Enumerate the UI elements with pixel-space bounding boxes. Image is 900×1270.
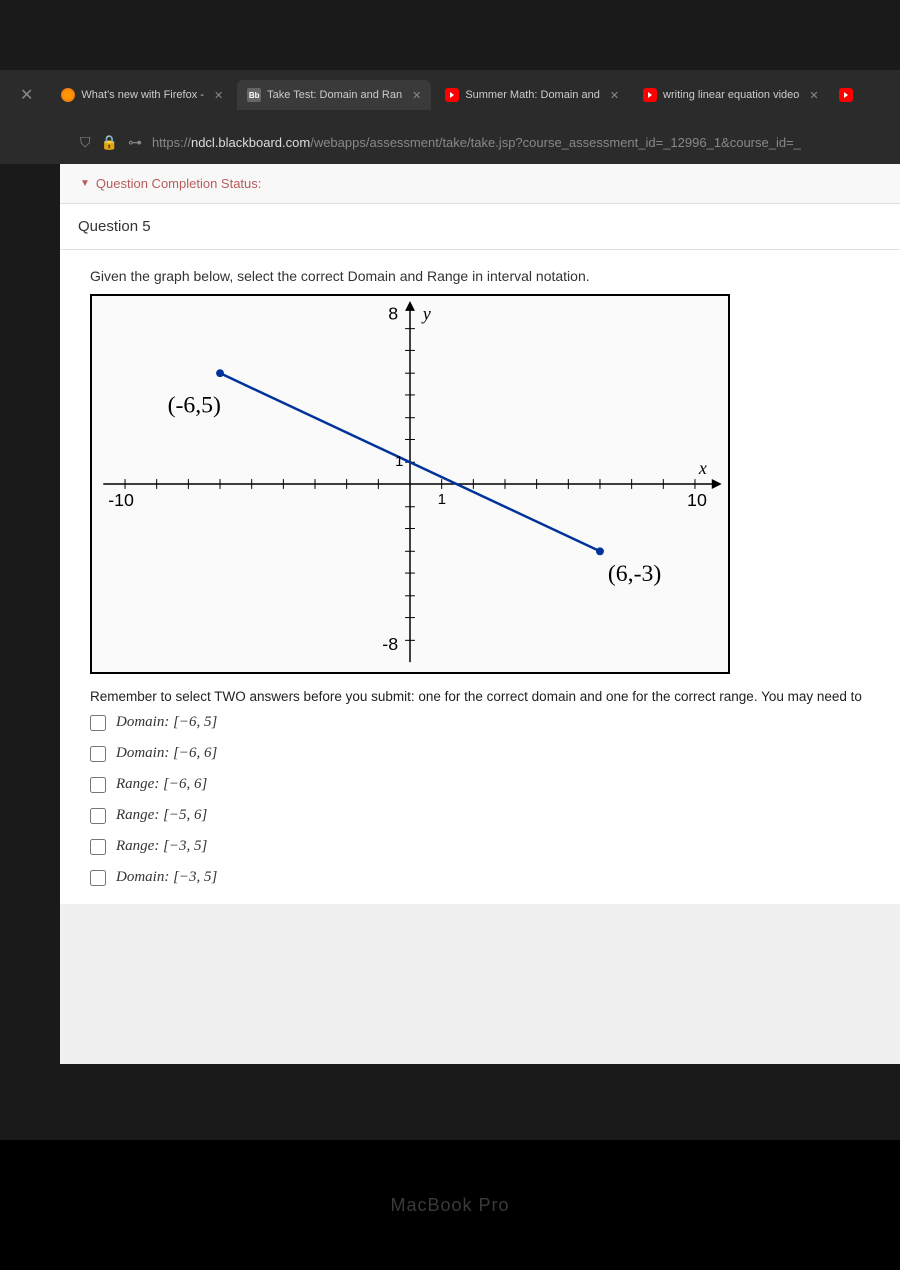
point1-label: (-6,5) — [168, 393, 221, 419]
origin-y-label: 1 — [395, 454, 403, 470]
instruction-text: Remember to select TWO answers before yo… — [90, 689, 870, 704]
url-protocol: https:// — [152, 135, 191, 150]
lock-icon[interactable]: 🔒 — [101, 134, 118, 151]
page-content: ▼ Question Completion Status: Question 5… — [60, 164, 900, 1064]
laptop-bezel: MacBook Pro — [0, 1140, 900, 1270]
url-text[interactable]: https://ndcl.blackboard.com/webapps/asse… — [152, 135, 801, 150]
question-header: Question 5 — [60, 204, 900, 250]
completion-status-bar[interactable]: ▼ Question Completion Status: — [60, 164, 900, 204]
tab-writing-linear[interactable]: writing linear equation video ✕ — [633, 80, 829, 110]
firefox-icon — [61, 88, 75, 102]
youtube-icon — [839, 88, 853, 102]
url-path: /webapps/assessment/take/take.jsp?course… — [310, 135, 801, 150]
tab-partial[interactable] — [833, 84, 859, 106]
blackboard-icon: Bb — [247, 88, 261, 102]
graph: (-6,5) (6,-3) -10 10 8 -8 y x 1 1 — [90, 294, 730, 674]
option-3[interactable]: Range: [−6, 6] — [90, 776, 870, 793]
option-6[interactable]: Domain: [−3, 5] — [90, 869, 870, 886]
address-bar: ⛉ 🔒 ⊶ https://ndcl.blackboard.com/webapp… — [0, 120, 900, 164]
origin-x-label: 1 — [438, 492, 446, 508]
question-prompt: Given the graph below, select the correc… — [90, 268, 870, 284]
tab-label: Take Test: Domain and Ran — [267, 89, 402, 101]
youtube-icon — [643, 88, 657, 102]
option-checkbox[interactable] — [90, 715, 106, 731]
y-max-label: 8 — [388, 304, 398, 324]
x-axis-label: x — [698, 458, 707, 478]
macbook-label: MacBook Pro — [390, 1195, 509, 1216]
question-number: Question 5 — [78, 218, 151, 235]
option-label: Range: [−3, 5] — [116, 838, 207, 855]
option-label: Domain: [−3, 5] — [116, 869, 217, 886]
question-body: Given the graph below, select the correc… — [60, 250, 900, 904]
completion-status-label: Question Completion Status: — [96, 176, 261, 191]
y-axis-label: y — [421, 304, 431, 324]
option-1[interactable]: Domain: [−6, 5] — [90, 714, 870, 731]
chevron-down-icon: ▼ — [80, 178, 90, 189]
tab-label: Summer Math: Domain and — [465, 89, 600, 101]
option-2[interactable]: Domain: [−6, 6] — [90, 745, 870, 762]
tab-take-test[interactable]: Bb Take Test: Domain and Ran ✕ — [237, 80, 431, 110]
x-max-label: 10 — [687, 490, 707, 510]
option-checkbox[interactable] — [90, 746, 106, 762]
tab-label: What's new with Firefox - — [81, 89, 204, 101]
window-close-icon[interactable]: ✕ — [10, 85, 43, 105]
option-5[interactable]: Range: [−3, 5] — [90, 838, 870, 855]
option-label: Range: [−5, 6] — [116, 807, 207, 824]
option-label: Range: [−6, 6] — [116, 776, 207, 793]
tab-close-icon[interactable]: ✕ — [214, 89, 223, 102]
answer-options: Domain: [−6, 5] Domain: [−6, 6] Range: [… — [90, 714, 870, 886]
permissions-icon[interactable]: ⊶ — [128, 134, 142, 151]
tab-close-icon[interactable]: ✕ — [809, 89, 818, 102]
option-checkbox[interactable] — [90, 870, 106, 886]
browser-tab-bar: ✕ What's new with Firefox - ✕ Bb Take Te… — [0, 70, 900, 120]
option-checkbox[interactable] — [90, 808, 106, 824]
point2-label: (6,-3) — [608, 561, 661, 587]
tabs-container: What's new with Firefox - ✕ Bb Take Test… — [51, 80, 890, 110]
youtube-icon — [445, 88, 459, 102]
tab-close-icon[interactable]: ✕ — [412, 89, 421, 102]
option-label: Domain: [−6, 5] — [116, 714, 217, 731]
tab-label: writing linear equation video — [663, 89, 799, 101]
x-min-label: -10 — [108, 490, 134, 510]
url-domain: ndcl.blackboard.com — [191, 135, 310, 150]
shield-icon[interactable]: ⛉ — [80, 134, 91, 151]
option-label: Domain: [−6, 6] — [116, 745, 217, 762]
y-min-label: -8 — [382, 634, 398, 654]
option-checkbox[interactable] — [90, 839, 106, 855]
tab-summer-math[interactable]: Summer Math: Domain and ✕ — [435, 80, 629, 110]
option-checkbox[interactable] — [90, 777, 106, 793]
graph-svg: (-6,5) (6,-3) -10 10 8 -8 y x 1 1 — [92, 296, 728, 672]
option-4[interactable]: Range: [−5, 6] — [90, 807, 870, 824]
tab-close-icon[interactable]: ✕ — [610, 89, 619, 102]
tab-firefox-whatsnew[interactable]: What's new with Firefox - ✕ — [51, 80, 233, 110]
